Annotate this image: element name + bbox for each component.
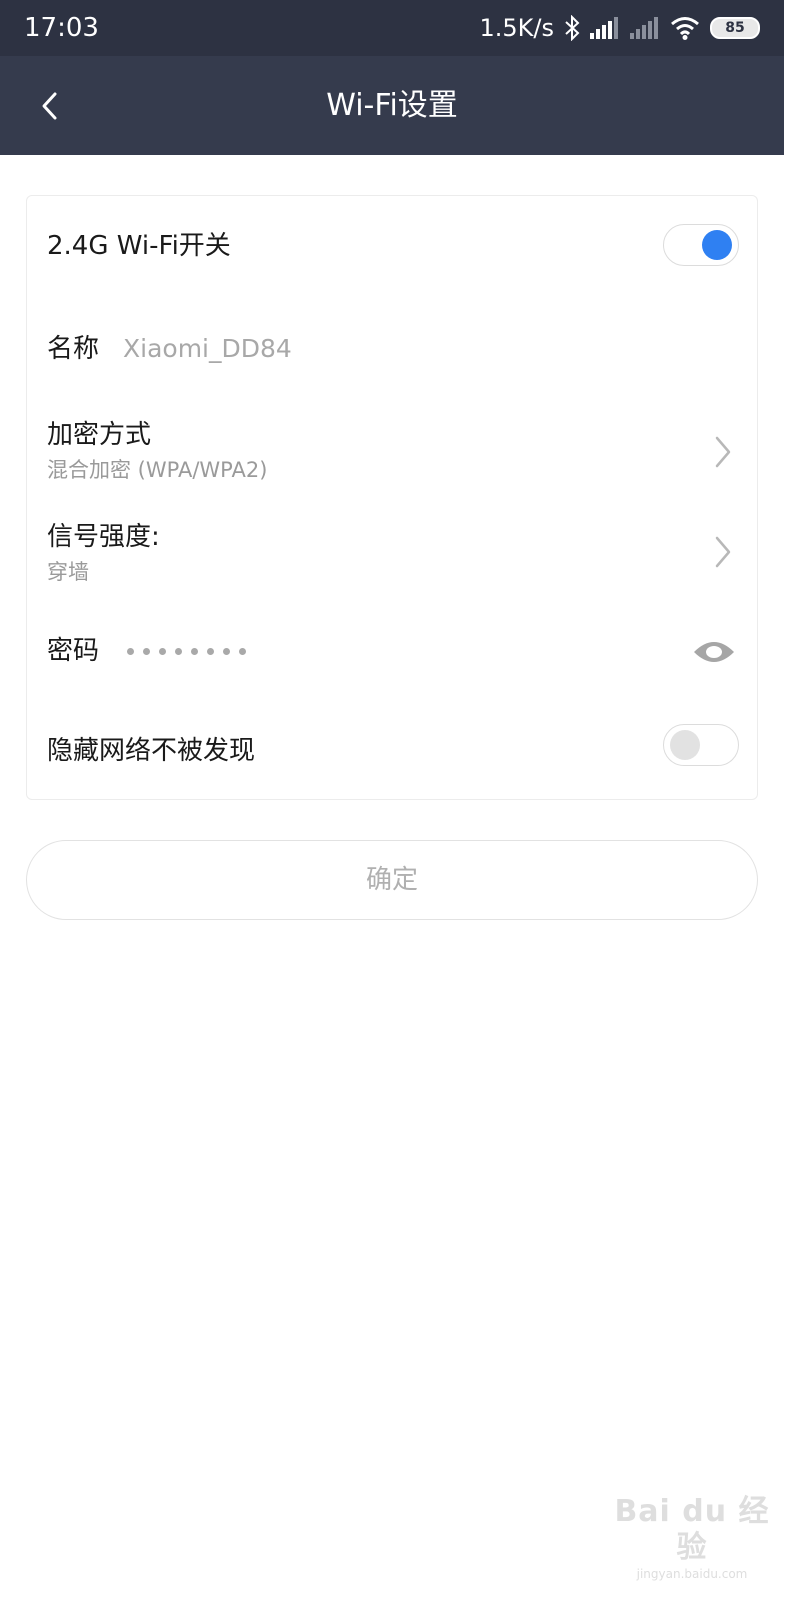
name-label: 名称 [47, 334, 100, 364]
signal-strength-value: 穿墙 [47, 560, 89, 584]
settings-card: 2.4G Wi-Fi开关 名称 Xiaomi_DD84 加密方式 混合加密 (W… [26, 195, 758, 800]
password-dot [143, 648, 150, 655]
eye-icon[interactable] [693, 638, 735, 666]
password-dot [175, 648, 182, 655]
hide-network-row: 隐藏网络不被发现 [27, 700, 757, 799]
signal-strength-row[interactable]: 信号强度: 穿墙 [27, 500, 757, 600]
signal-weak-icon [630, 17, 660, 39]
status-icons: 1.5K/s 85 [479, 12, 760, 44]
watermark-url: jingyan.baidu.com [636, 1567, 748, 1581]
toggle-knob [702, 230, 732, 260]
password-dot [127, 648, 134, 655]
chevron-right-icon [715, 436, 731, 468]
password-label: 密码 [47, 636, 100, 666]
hide-network-label: 隐藏网络不被发现 [47, 736, 256, 766]
name-value[interactable]: Xiaomi_DD84 [123, 332, 292, 366]
password-dot [191, 648, 198, 655]
password-row: 密码 [27, 600, 757, 700]
chevron-right-icon [715, 536, 731, 568]
wifi-icon [670, 16, 700, 40]
password-dot [223, 648, 230, 655]
password-field[interactable] [127, 648, 246, 655]
password-dot [239, 648, 246, 655]
signal-strength-label: 信号强度: [47, 522, 160, 552]
watermark: Bai du 经验 jingyan.baidu.com [600, 1494, 784, 1582]
signal-icon [590, 17, 620, 39]
name-row[interactable]: 名称 Xiaomi_DD84 [27, 296, 757, 400]
password-dot [159, 648, 166, 655]
password-dot [207, 648, 214, 655]
watermark-logo: Bai du 经验 [614, 1494, 770, 1565]
toggle-knob [670, 730, 700, 760]
page-title: Wi-Fi设置 [326, 88, 458, 123]
wifi-switch-row: 2.4G Wi-Fi开关 [27, 196, 757, 296]
encryption-row[interactable]: 加密方式 混合加密 (WPA/WPA2) [27, 400, 757, 500]
encryption-label: 加密方式 [47, 420, 152, 450]
bluetooth-icon [564, 15, 580, 41]
status-bar: 17:03 1.5K/s 85 [0, 0, 784, 56]
encryption-value: 混合加密 (WPA/WPA2) [47, 458, 268, 482]
hide-network-toggle[interactable] [663, 724, 739, 766]
wifi-switch-toggle[interactable] [663, 224, 739, 266]
status-time: 17:03 [24, 13, 99, 43]
confirm-button[interactable]: 确定 [26, 840, 758, 920]
wifi-switch-label: 2.4G Wi-Fi开关 [47, 231, 231, 261]
nav-bar: Wi-Fi设置 [0, 56, 784, 155]
network-speed: 1.5K/s [479, 14, 555, 42]
battery-icon: 85 [710, 17, 760, 39]
